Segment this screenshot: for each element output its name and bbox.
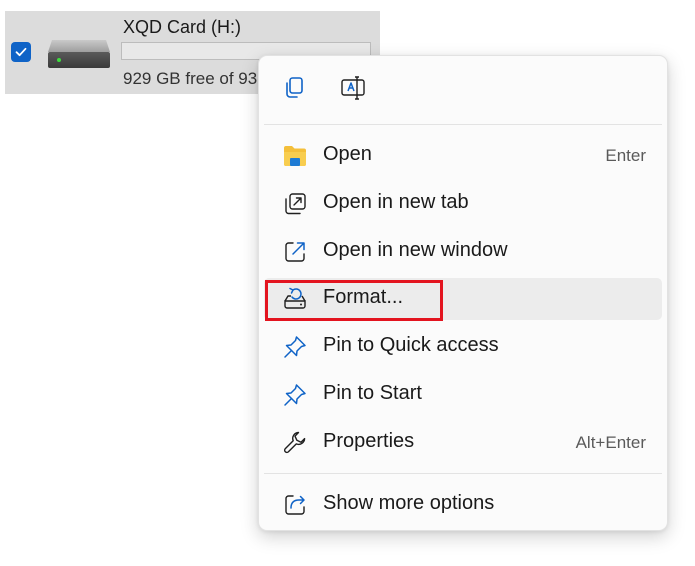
folder-icon — [282, 143, 308, 169]
menu-item-shortcut: Alt+Enter — [575, 433, 646, 452]
drive-name: XQD Card (H:) — [123, 17, 242, 37]
rename-button[interactable] — [336, 73, 370, 107]
drive-free-space: 929 GB free of 93 — [123, 69, 258, 88]
share-icon — [282, 492, 308, 518]
menu-item-show-more-options[interactable]: Show more options — [264, 484, 662, 526]
copy-button[interactable] — [277, 73, 311, 107]
menu-item-properties[interactable]: Properties Alt+Enter — [264, 422, 662, 464]
menu-item-pin-to-start[interactable]: Pin to Start — [264, 374, 662, 416]
quick-actions-bar — [259, 56, 667, 124]
menu-item-label: Format... — [323, 286, 404, 308]
context-menu: Open Enter Open in new tab Open in new w… — [258, 55, 668, 531]
open-new-tab-icon — [282, 191, 308, 217]
pin-icon — [282, 334, 308, 360]
menu-item-label: Open — [323, 143, 372, 165]
checkbox-checked-icon[interactable] — [11, 42, 31, 62]
menu-item-format[interactable]: Format... — [264, 278, 662, 320]
menu-item-label: Properties — [323, 430, 415, 452]
open-new-window-icon — [282, 239, 308, 265]
menu-separator — [264, 124, 662, 125]
menu-item-label: Show more options — [323, 492, 495, 514]
menu-item-label: Open in new window — [323, 239, 508, 261]
menu-item-pin-to-quick-access[interactable]: Pin to Quick access — [264, 326, 662, 368]
menu-item-open[interactable]: Open Enter — [264, 135, 662, 177]
rename-icon — [339, 74, 367, 107]
menu-item-open-in-new-tab[interactable]: Open in new tab — [264, 183, 662, 225]
hard-drive-icon — [46, 38, 112, 70]
menu-item-label: Pin to Quick access — [323, 334, 499, 356]
menu-item-shortcut: Enter — [605, 146, 646, 165]
menu-item-open-in-new-window[interactable]: Open in new window — [264, 231, 662, 273]
menu-item-label: Open in new tab — [323, 191, 469, 213]
wrench-icon — [282, 430, 308, 456]
menu-item-label: Pin to Start — [323, 382, 422, 404]
format-icon — [282, 286, 308, 312]
menu-separator — [264, 473, 662, 474]
pin-icon — [282, 382, 308, 408]
explorer-view: XQD Card (H:) 929 GB free of 93 Open Ent… — [0, 0, 695, 566]
copy-icon — [281, 75, 307, 106]
